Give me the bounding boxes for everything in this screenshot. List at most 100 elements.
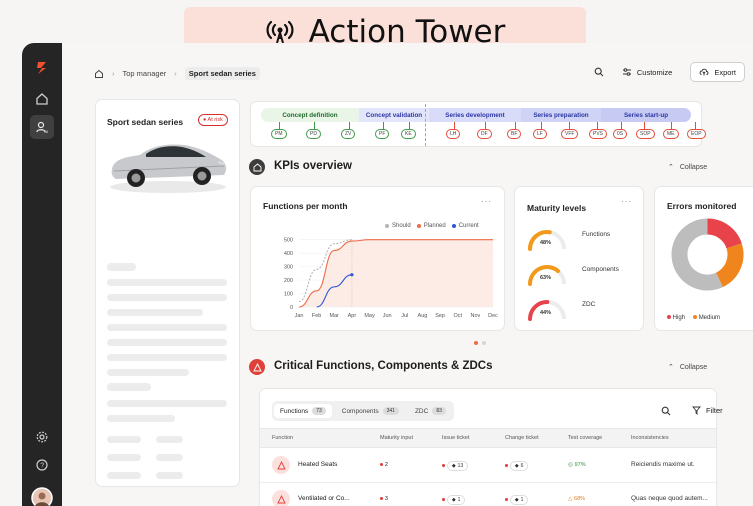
ticket-icon: ◆ — [514, 497, 519, 503]
filter-button[interactable]: Filter — [684, 402, 731, 419]
column-header-test-coverage[interactable]: Test coverage — [568, 435, 602, 441]
customize-button[interactable]: Customize — [614, 63, 680, 81]
carousel-dot[interactable] — [474, 341, 478, 345]
test-coverage-cell: △ 68% — [568, 495, 585, 502]
column-header-change-ticket[interactable]: Change ticket — [505, 435, 539, 441]
change-ticket-count: 1 — [520, 497, 524, 503]
milestone-me[interactable]: ME — [663, 129, 679, 139]
ticket-icon: ◆ — [451, 497, 456, 503]
milestone-df[interactable]: DF — [477, 129, 492, 139]
errors-donut-chart — [671, 218, 744, 291]
x-tick-label: Jul — [401, 313, 408, 319]
placeholder-line — [156, 472, 183, 479]
filter-label: Filter — [706, 406, 723, 415]
x-tick-label: May — [364, 313, 375, 319]
x-tick-label: Aug — [418, 313, 428, 319]
home-icon[interactable] — [30, 87, 54, 111]
milestone-ke[interactable]: KE — [401, 129, 416, 139]
milestone-bf[interactable]: BF — [507, 129, 522, 139]
phase-series-start-up[interactable]: Series start-up — [601, 108, 691, 122]
donut-slice-high — [706, 218, 742, 249]
function-name[interactable]: Ventilated or Co... — [298, 495, 350, 502]
milestone-lf[interactable]: LF — [533, 129, 547, 139]
check-icon: ◎ — [568, 462, 573, 468]
column-header-issue-ticket[interactable]: Issue ticket — [442, 435, 470, 441]
issue-ticket-pill[interactable]: ◆ 1 — [446, 495, 466, 505]
legend-item-high: High — [667, 315, 685, 321]
placeholder-line — [107, 339, 227, 346]
change-ticket-pill[interactable]: ◆ 1 — [509, 495, 529, 505]
milestone-sop[interactable]: SOP — [636, 129, 655, 139]
errors-legend: High Medium — [667, 315, 720, 321]
x-tick-label: Apr — [348, 313, 357, 319]
tab-zdc-label: ZDC — [414, 407, 429, 415]
milestone-lh[interactable]: LH — [446, 129, 461, 139]
logo-icon[interactable] — [30, 56, 54, 80]
maturity-input-cell: 2 — [380, 461, 388, 468]
issue-ticket-pill[interactable]: ◆ 13 — [446, 461, 469, 471]
tab-functions-label: Functions — [280, 407, 309, 415]
column-header-inconsistencies[interactable]: Inconsistencies — [631, 435, 669, 441]
critical-collapse-button[interactable]: ⌃ Collapse — [668, 363, 708, 372]
milestone-pf[interactable]: PF — [375, 129, 390, 139]
export-button[interactable]: Export — [690, 62, 745, 82]
tab-components[interactable]: Components 341 — [336, 404, 405, 418]
breadcrumb-item-current[interactable]: Sport sedan series — [184, 67, 260, 80]
maturity-item-components: 63% Components — [525, 260, 645, 290]
milestone-tick — [383, 122, 384, 129]
chevron-up-icon: ⌃ — [668, 164, 674, 171]
breadcrumb-separator: › — [112, 69, 115, 78]
phase-series-preparation[interactable]: Series preparation — [521, 108, 601, 122]
carousel-dot[interactable] — [482, 341, 486, 345]
column-header-function[interactable]: Function — [272, 435, 293, 441]
inconsistency-text: Quas neque quod autem... — [631, 495, 708, 502]
critical-collapse-label: Collapse — [679, 363, 708, 371]
table-header: Function Maturity input Issue ticket Cha… — [260, 428, 716, 448]
milestone-tick — [279, 122, 280, 129]
user-ai-icon[interactable]: AI — [30, 115, 54, 139]
home-icon[interactable] — [94, 69, 104, 79]
phase-concept-definition[interactable]: Concept definition — [261, 108, 359, 122]
kpis-collapse-button[interactable]: ⌃ Collapse — [668, 163, 707, 172]
status-dot — [380, 463, 383, 466]
change-ticket-pill[interactable]: ◆ 6 — [509, 461, 529, 471]
y-tick-label: 300 — [284, 265, 293, 271]
milestone-eop[interactable]: EOP — [687, 129, 706, 139]
help-icon[interactable]: ? — [30, 453, 54, 477]
tab-zdc[interactable]: ZDC 83 — [409, 404, 452, 418]
inconsistency-text: Reiciendis maxime ut. — [631, 461, 695, 468]
milestone-tick — [621, 122, 622, 129]
breadcrumb-item-top-manager[interactable]: Top manager — [123, 69, 167, 78]
phase-series-development[interactable]: Series development — [429, 108, 521, 122]
y-tick-label: 0 — [290, 305, 293, 311]
carousel-pager — [474, 341, 486, 345]
placeholder-line — [107, 354, 227, 361]
milestone-pvs[interactable]: PVS — [589, 129, 608, 139]
placeholder-line — [107, 309, 203, 316]
table-tabs: Functions 73 Components 341 ZDC 83 — [272, 401, 454, 421]
column-header-maturity-input[interactable]: Maturity input — [380, 435, 413, 441]
change-ticket-cell: ◆ 1 — [505, 495, 529, 505]
more-options-icon[interactable]: ··· — [621, 197, 632, 206]
milestone-0s[interactable]: 0S — [613, 129, 628, 139]
settings-icon[interactable] — [30, 425, 54, 449]
milestone-tick — [314, 122, 315, 129]
table-row[interactable]: Heated Seats 2 ◆ 13 ◆ 6 ◎ 97% Reiciendis max… — [260, 449, 716, 483]
avatar[interactable] — [30, 486, 54, 506]
milestone-pd[interactable]: PD — [306, 129, 321, 139]
milestone-pm[interactable]: PM — [271, 129, 287, 139]
milestone-vff[interactable]: VFF — [561, 129, 579, 139]
search-icon[interactable] — [661, 406, 671, 416]
maturity-input-value: 3 — [384, 496, 388, 502]
issue-ticket-cell: ◆ 1 — [442, 495, 466, 505]
phase-concept-validation[interactable]: Concept validation — [359, 108, 429, 122]
app-window: AI ? › Top manager › Sport sedan series — [22, 43, 753, 506]
current-point — [350, 273, 354, 277]
search-icon[interactable] — [594, 67, 604, 77]
milestone-zv[interactable]: ZV — [341, 129, 356, 139]
breadcrumb-separator: › — [174, 69, 177, 78]
tab-functions[interactable]: Functions 73 — [274, 404, 332, 418]
table-row[interactable]: Ventilated or Co... 3 ◆ 1 ◆ 1 △ 68% Quas neq… — [260, 483, 716, 506]
milestone-timeline: Concept definition Concept validation Se… — [250, 101, 706, 147]
function-name[interactable]: Heated Seats — [298, 461, 337, 468]
